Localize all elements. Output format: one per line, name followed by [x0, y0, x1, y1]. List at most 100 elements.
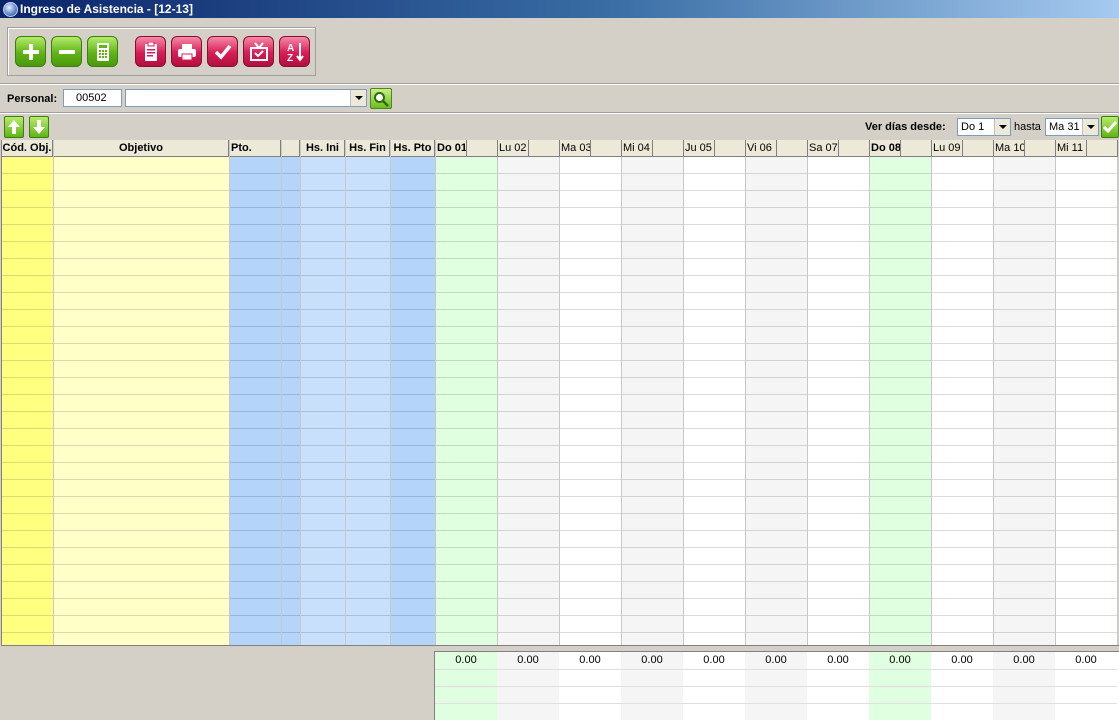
move-down-button[interactable]	[29, 116, 49, 138]
day-header[interactable]: Sa 07	[808, 140, 839, 157]
day-cells[interactable]	[870, 157, 931, 645]
day-cells[interactable]	[994, 157, 1055, 645]
clipboard-button[interactable]	[135, 36, 166, 67]
day-column: Ma 10	[994, 140, 1056, 645]
total-column: 0.00	[993, 652, 1055, 720]
column-cells[interactable]	[54, 157, 229, 645]
range-label: Ver días desde:	[865, 121, 946, 133]
day-header[interactable]: Ju 05	[684, 140, 715, 157]
personal-name-combo[interactable]	[125, 89, 367, 107]
tv-button[interactable]	[243, 36, 274, 67]
total-row-line	[683, 686, 745, 687]
title-bar: Ingreso de Asistencia - [12-13]	[0, 0, 1119, 18]
total-row-line	[497, 703, 559, 704]
day-cells[interactable]	[746, 157, 807, 645]
column-cells[interactable]	[2, 157, 53, 645]
remove-icon	[58, 49, 75, 54]
separator	[0, 83, 1119, 85]
total-column: 0.00	[745, 652, 807, 720]
day-header-sub[interactable]	[529, 140, 560, 157]
add-button[interactable]	[15, 36, 46, 67]
day-cells[interactable]	[684, 157, 745, 645]
range-to-select[interactable]: Ma 31	[1045, 118, 1099, 136]
day-cells[interactable]	[808, 157, 869, 645]
total-row-line	[869, 669, 931, 670]
day-header-sub[interactable]	[1087, 140, 1118, 157]
day-header-sub[interactable]	[777, 140, 808, 157]
total-column: 0.00	[869, 652, 931, 720]
day-header-sub[interactable]	[591, 140, 622, 157]
total-row-line	[869, 703, 931, 704]
column-cells[interactable]	[346, 157, 390, 645]
day-header[interactable]: Mi 11	[1056, 140, 1087, 157]
day-header-sub[interactable]	[901, 140, 932, 157]
range-to-value: Ma 31	[1049, 121, 1080, 133]
total-row-line	[931, 669, 993, 670]
day-cells[interactable]	[932, 157, 993, 645]
column-objetivo: Objetivo	[54, 140, 230, 645]
total-row-line	[559, 703, 621, 704]
total-column: 0.00	[497, 652, 559, 720]
total-value: 0.00	[455, 654, 477, 666]
total-row-line	[1055, 703, 1117, 704]
calculator-button[interactable]	[87, 36, 118, 67]
day-header-sub[interactable]	[715, 140, 746, 157]
day-column: Mi 11	[1056, 140, 1118, 645]
remove-button[interactable]	[51, 36, 82, 67]
total-row-line	[621, 703, 683, 704]
apply-range-button[interactable]	[1101, 116, 1119, 138]
day-header-sub[interactable]	[963, 140, 994, 157]
total-value: 0.00	[703, 654, 725, 666]
column-header[interactable]: Objetivo	[54, 140, 229, 157]
day-cells[interactable]	[436, 157, 497, 645]
day-header-sub[interactable]	[467, 140, 498, 157]
attendance-grid[interactable]: Cód. Obj. Objetivo Pto. Hs. Ini Hs. Fin …	[1, 140, 1119, 646]
range-from-select[interactable]: Do 1	[957, 118, 1011, 136]
day-cells[interactable]	[498, 157, 559, 645]
day-header[interactable]: Do 01	[436, 140, 467, 157]
day-header[interactable]: Vi 06	[746, 140, 777, 157]
column-hs-fin: Hs. Fin	[346, 140, 391, 645]
day-header[interactable]: Mi 04	[622, 140, 653, 157]
column-cells[interactable]	[230, 157, 281, 645]
day-header-sub[interactable]	[653, 140, 684, 157]
tv-icon	[249, 41, 268, 61]
day-column: Lu 02	[498, 140, 560, 645]
column-header[interactable]	[282, 140, 300, 157]
print-icon	[177, 43, 196, 60]
chevron-down-icon[interactable]	[350, 90, 366, 106]
column-cells[interactable]	[391, 157, 435, 645]
add-icon	[22, 43, 39, 60]
app-icon	[3, 2, 18, 17]
arrow-up-icon	[8, 120, 20, 134]
total-row-line	[497, 669, 559, 670]
day-header-sub[interactable]	[839, 140, 870, 157]
day-cells[interactable]	[560, 157, 621, 645]
personal-code-field[interactable]: 00502	[63, 89, 122, 107]
confirm-button[interactable]	[207, 36, 238, 67]
day-header[interactable]: Do 08	[870, 140, 901, 157]
print-button[interactable]	[171, 36, 202, 67]
day-cells[interactable]	[622, 157, 683, 645]
toolbar: AZ	[7, 27, 316, 76]
chevron-down-icon[interactable]	[994, 119, 1010, 135]
day-cells[interactable]	[1056, 157, 1117, 645]
day-header[interactable]: Lu 02	[498, 140, 529, 157]
column-cells[interactable]	[301, 157, 345, 645]
day-header[interactable]: Lu 09	[932, 140, 963, 157]
sort-button[interactable]: AZ	[279, 36, 310, 67]
column-header[interactable]: Hs. Fin	[346, 140, 390, 157]
move-up-button[interactable]	[4, 116, 24, 138]
column-header[interactable]: Cód. Obj.	[2, 140, 53, 157]
day-header[interactable]: Ma 03	[560, 140, 591, 157]
day-header[interactable]: Ma 10	[994, 140, 1025, 157]
column-cells[interactable]	[282, 157, 300, 645]
column-header[interactable]: Hs. Ini	[301, 140, 345, 157]
column-header[interactable]: Hs. Pto	[391, 140, 435, 157]
search-button[interactable]	[370, 88, 392, 109]
total-row-line	[621, 686, 683, 687]
column-header[interactable]: Pto.	[230, 140, 281, 157]
total-row-line	[559, 686, 621, 687]
day-header-sub[interactable]	[1025, 140, 1056, 157]
chevron-down-icon[interactable]	[1082, 119, 1098, 135]
